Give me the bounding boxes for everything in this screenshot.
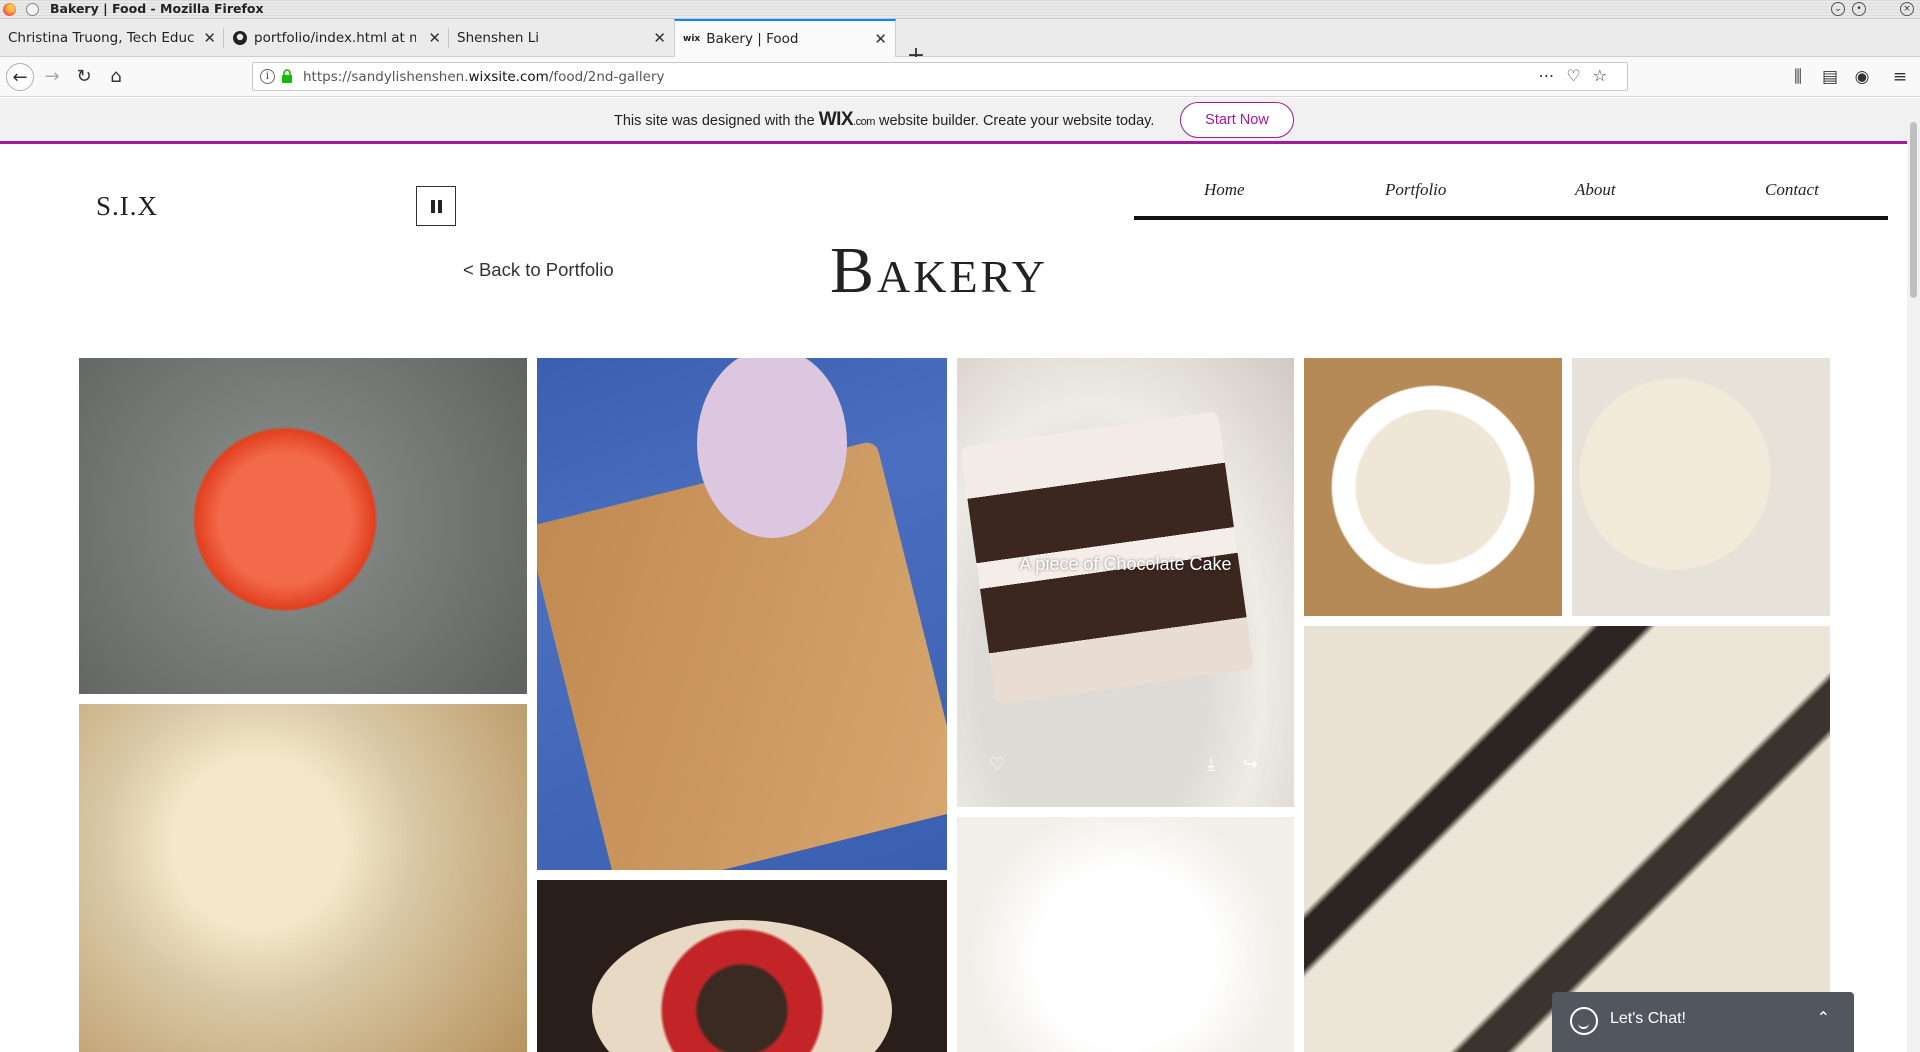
chat-widget[interactable]: Let's Chat! ⌃ (1552, 992, 1854, 1052)
page-title: Bakery (830, 234, 1048, 307)
hamburger-menu-icon[interactable]: ≡ (1886, 63, 1914, 91)
download-icon[interactable]: ⤓ (1207, 754, 1215, 775)
site-menu: Home Portfolio About Contact (1134, 174, 1888, 220)
page-actions: ⋯♡☆ (1538, 66, 1619, 85)
wix-banner-text: This site was designed with the WIX.com … (614, 109, 1155, 130)
marble-mousse-photo[interactable] (79, 358, 527, 694)
hover-title: A piece of Chocolate Cake (1019, 554, 1232, 574)
library-icon[interactable]: ⫼ (1784, 63, 1812, 91)
share-icon[interactable]: ↪ (1243, 754, 1258, 775)
scrollbar-thumb[interactable] (1910, 122, 1917, 298)
tab-close-icon[interactable]: ✕ (653, 19, 666, 57)
pocket-icon[interactable]: ♡ (1566, 66, 1592, 85)
tab-bar: Christina Truong, Tech Educat ✕ portfoli… (0, 19, 1920, 68)
almond-dessert-photo[interactable] (957, 817, 1294, 1052)
window-title: Bakery | Food - Mozilla Firefox (50, 1, 264, 16)
tab-label: Bakery | Food (706, 31, 799, 47)
back-button[interactable]: ← (6, 63, 34, 91)
tab-shenshen-li[interactable]: Shenshen Li ✕ (449, 19, 674, 57)
wix-logo: WIX.com (818, 109, 876, 130)
nougat-closeup-photo[interactable] (1304, 626, 1830, 1052)
window-menu-icon[interactable] (26, 3, 39, 16)
heart-icon[interactable]: ♡ (989, 754, 1005, 775)
chocolate-cake-photo[interactable]: A piece of Chocolate Cake ♡ ⤓ ↪ (957, 358, 1294, 807)
bookmark-star-icon[interactable]: ☆ (1593, 66, 1619, 85)
page-actions-menu-icon[interactable]: ⋯ (1538, 66, 1566, 85)
tab-portfolio-github[interactable]: portfolio/index.html at ma ✕ (224, 19, 449, 57)
cake-top-shape (592, 920, 892, 1052)
tab-label: Christina Truong, Tech Educat (8, 30, 194, 46)
back-to-portfolio-link[interactable]: < Back to Portfolio (463, 259, 614, 281)
tab-label: Shenshen Li (457, 30, 540, 46)
chevron-up-icon[interactable]: ⌃ (1817, 1008, 1830, 1027)
tab-close-icon[interactable]: ✕ (874, 21, 887, 57)
menu-item-portfolio[interactable]: Portfolio (1385, 180, 1446, 200)
owl-heart-cookies-photo[interactable] (537, 358, 947, 870)
forward-button[interactable]: → (38, 63, 66, 91)
minimize-icon[interactable]: ⌄ (1831, 2, 1845, 16)
tab-bakery-food[interactable]: wix Bakery | Food ✕ (674, 19, 896, 58)
chat-label: Let's Chat! (1610, 1010, 1686, 1027)
heart-cookies-pile-photo[interactable] (79, 704, 527, 1052)
account-icon[interactable]: ◉ (1848, 63, 1876, 91)
almond-cake-slice-photo[interactable] (1572, 358, 1830, 616)
sidebar-icon[interactable]: ▤ (1816, 63, 1844, 91)
firefox-icon (3, 3, 16, 16)
tab-christina[interactable]: Christina Truong, Tech Educat ✕ (0, 19, 224, 57)
tab-close-icon[interactable]: ✕ (428, 19, 441, 57)
address-bar[interactable]: i https://sandylishenshen.wixsite.com/fo… (252, 62, 1628, 91)
tab-close-icon[interactable]: ✕ (203, 19, 216, 57)
nav-toolbar: ← → ↻ ⌂ i https://sandylishenshen.wixsit… (0, 57, 1920, 97)
home-button[interactable]: ⌂ (102, 63, 130, 91)
menu-item-home[interactable]: Home (1204, 180, 1245, 200)
menu-item-contact[interactable]: Contact (1765, 180, 1819, 200)
github-icon (233, 31, 247, 45)
tab-label: portfolio/index.html at ma (254, 30, 416, 46)
site-logo[interactable]: S.I.X (96, 191, 158, 222)
wix-banner: This site was designed with the WIX.com … (0, 98, 1907, 144)
site-info-icon[interactable]: i (260, 69, 275, 84)
reload-button[interactable]: ↻ (70, 63, 98, 91)
close-window-icon[interactable]: × (1900, 2, 1914, 16)
url-text[interactable]: https://sandylishenshen.wixsite.com/food… (303, 69, 665, 85)
menu-item-about[interactable]: About (1575, 180, 1616, 200)
pause-icon[interactable] (416, 186, 456, 226)
maximize-icon[interactable]: • (1852, 2, 1866, 16)
almond-cake-photo[interactable] (1304, 358, 1562, 616)
start-now-button[interactable]: Start Now (1180, 102, 1294, 138)
wix-favicon-icon: wix (683, 34, 701, 44)
lock-icon (282, 69, 292, 83)
chat-smile-icon (1570, 1007, 1598, 1035)
window-title-bar: Bakery | Food - Mozilla Firefox ⌄ • × (0, 0, 1920, 19)
page-scrollbar[interactable] (1907, 98, 1920, 1052)
strawberry-cake-photo[interactable] (537, 880, 947, 1052)
